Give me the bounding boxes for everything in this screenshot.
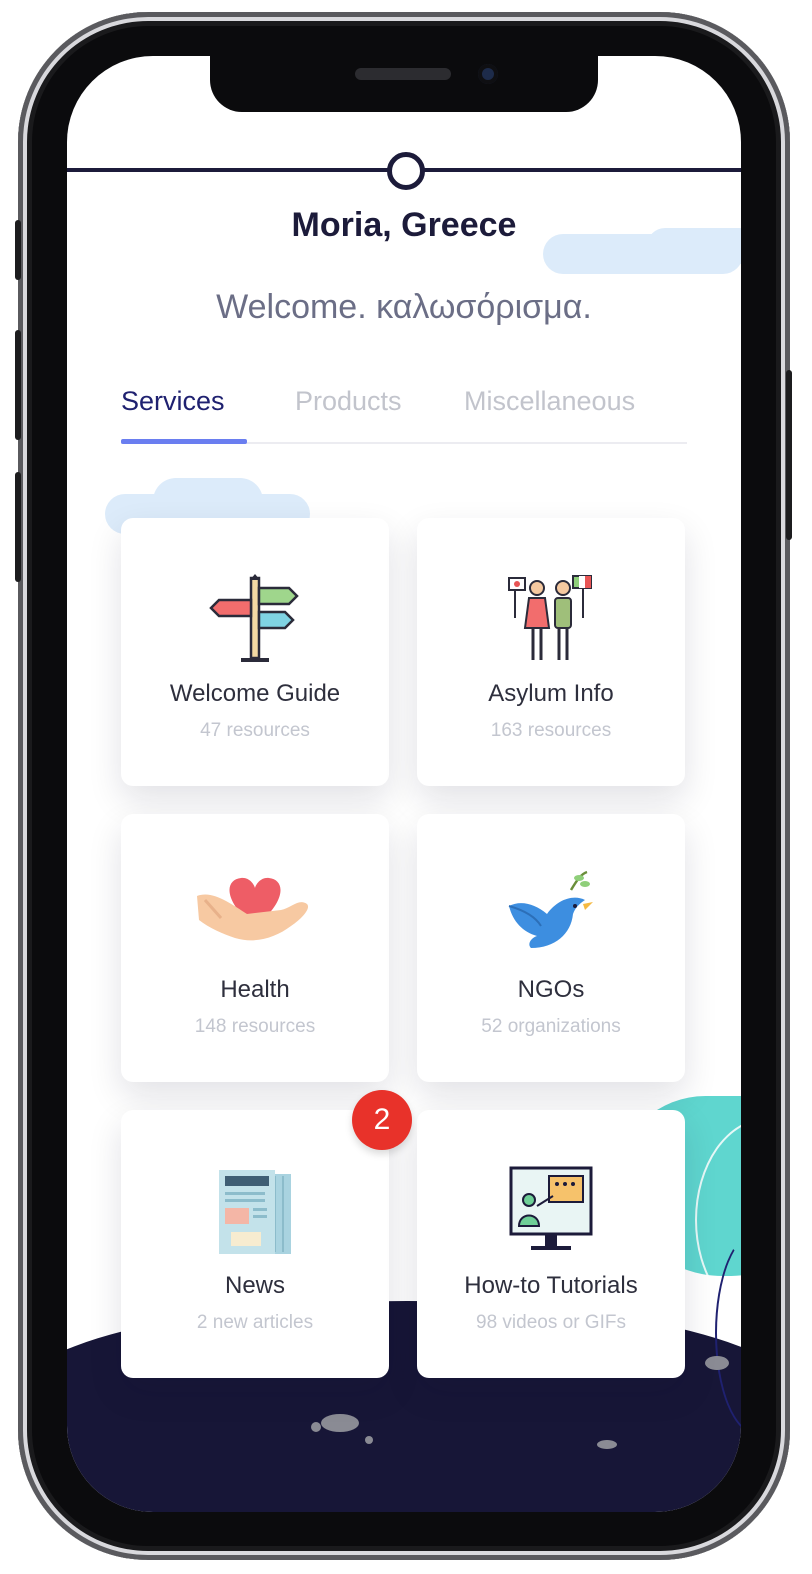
card-asylum-info[interactable]: Asylum Info 163 resources bbox=[417, 518, 685, 786]
card-title: Welcome Guide bbox=[169, 680, 341, 707]
card-health[interactable]: Health 148 resources bbox=[121, 814, 389, 1082]
card-title: Health bbox=[220, 976, 290, 1003]
volume-down-button bbox=[15, 472, 21, 582]
card-title: NGOs bbox=[517, 976, 585, 1003]
newspaper-icon bbox=[219, 1170, 291, 1254]
stone-decoration bbox=[597, 1440, 617, 1449]
signpost-icon bbox=[209, 574, 299, 662]
card-welcome-guide[interactable]: Welcome Guide 47 resources bbox=[121, 518, 389, 786]
card-title: News bbox=[224, 1272, 285, 1299]
location-title: Moria, Greece bbox=[291, 206, 517, 244]
dove-icon bbox=[508, 870, 593, 948]
power-button bbox=[786, 370, 792, 540]
tab-products[interactable]: Products bbox=[295, 386, 402, 417]
stone-decoration bbox=[365, 1436, 373, 1444]
news-notification-badge: 2 bbox=[352, 1090, 412, 1150]
volume-up-button bbox=[15, 330, 21, 440]
device-notch bbox=[210, 56, 598, 112]
tab-services[interactable]: Services bbox=[121, 386, 225, 417]
card-news[interactable]: News 2 new articles bbox=[121, 1110, 389, 1378]
card-subtitle: 163 resources bbox=[490, 720, 612, 741]
active-tab-indicator bbox=[121, 439, 247, 444]
stone-decoration bbox=[705, 1356, 729, 1370]
category-tabs: Services Products Miscellaneous bbox=[121, 386, 687, 444]
people-flags-icon bbox=[508, 575, 592, 660]
card-subtitle: 52 organizations bbox=[481, 1016, 621, 1037]
card-how-to-tutorials[interactable]: How-to Tutorials 98 videos or GIFs bbox=[417, 1110, 685, 1378]
welcome-text: Welcome. καλωσόρισμα. bbox=[216, 288, 592, 326]
stone-decoration bbox=[321, 1414, 359, 1432]
front-camera bbox=[478, 64, 498, 84]
stone-decoration bbox=[311, 1422, 321, 1432]
heart-hand-icon bbox=[197, 877, 309, 941]
card-title: Asylum Info bbox=[488, 680, 614, 707]
card-subtitle: 148 resources bbox=[194, 1016, 316, 1037]
tab-miscellaneous[interactable]: Miscellaneous bbox=[464, 386, 635, 417]
mute-switch bbox=[15, 220, 21, 280]
monitor-tutorial-icon bbox=[509, 1166, 593, 1250]
card-subtitle: 47 resources bbox=[200, 720, 310, 741]
route-marker bbox=[387, 152, 425, 190]
card-subtitle: 98 videos or GIFs bbox=[476, 1312, 626, 1333]
card-title: How-to Tutorials bbox=[464, 1272, 638, 1299]
card-subtitle: 2 new articles bbox=[196, 1312, 314, 1333]
app-screen: Moria, Greece Welcome. καλωσόρισμα. Serv… bbox=[67, 56, 741, 1512]
speaker-grille bbox=[355, 68, 451, 80]
card-ngos[interactable]: NGOs 52 organizations bbox=[417, 814, 685, 1082]
